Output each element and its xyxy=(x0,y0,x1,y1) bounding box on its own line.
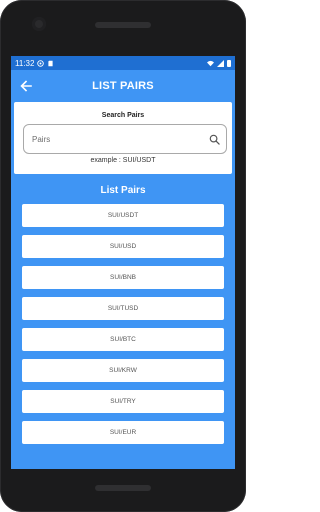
wifi-icon xyxy=(207,60,214,66)
app-bar: LIST PAIRS xyxy=(11,70,235,102)
app-screen: 11:32 LIST PAIRS Search Pairs Pairs exam… xyxy=(11,56,235,469)
list-item-sui-krw[interactable]: SUI/KRW xyxy=(22,359,224,382)
battery-icon xyxy=(227,59,231,67)
list-item-sui-eur[interactable]: SUI/EUR xyxy=(22,421,224,444)
phone-frame: 11:32 LIST PAIRS Search Pairs Pairs exam… xyxy=(0,0,246,512)
notification-icon xyxy=(37,59,45,67)
sd-card-icon xyxy=(48,60,54,66)
back-arrow-icon[interactable] xyxy=(18,78,34,94)
search-card-title: Search Pairs xyxy=(101,112,145,119)
list-item-sui-tusd[interactable]: SUI/TUSD xyxy=(22,297,224,320)
status-bar: 11:32 xyxy=(11,56,235,70)
list-title: List Pairs xyxy=(100,185,146,196)
page-title: LIST PAIRS xyxy=(92,80,154,92)
search-input[interactable] xyxy=(30,133,209,145)
earpiece-speaker xyxy=(95,22,151,28)
search-card: Search Pairs example : SUI/USDT xyxy=(14,102,232,174)
front-camera xyxy=(32,17,46,31)
list-item-sui-try[interactable]: SUI/TRY xyxy=(22,390,224,413)
signal-icon xyxy=(217,59,224,67)
search-icon[interactable] xyxy=(209,134,220,145)
pairs-list: SUI/USDT SUI/USD SUI/BNB SUI/TUSD SUI/BT… xyxy=(11,204,235,444)
status-time: 11:32 xyxy=(15,58,35,68)
list-item-sui-btc[interactable]: SUI/BTC xyxy=(22,328,224,351)
list-item-sui-bnb[interactable]: SUI/BNB xyxy=(22,266,224,289)
list-item-sui-usd[interactable]: SUI/USD xyxy=(22,235,224,258)
bottom-speaker xyxy=(95,485,151,491)
search-box[interactable] xyxy=(23,124,227,154)
list-item-sui-usdt[interactable]: SUI/USDT xyxy=(22,204,224,227)
search-hint: example : SUI/USDT xyxy=(90,157,156,164)
